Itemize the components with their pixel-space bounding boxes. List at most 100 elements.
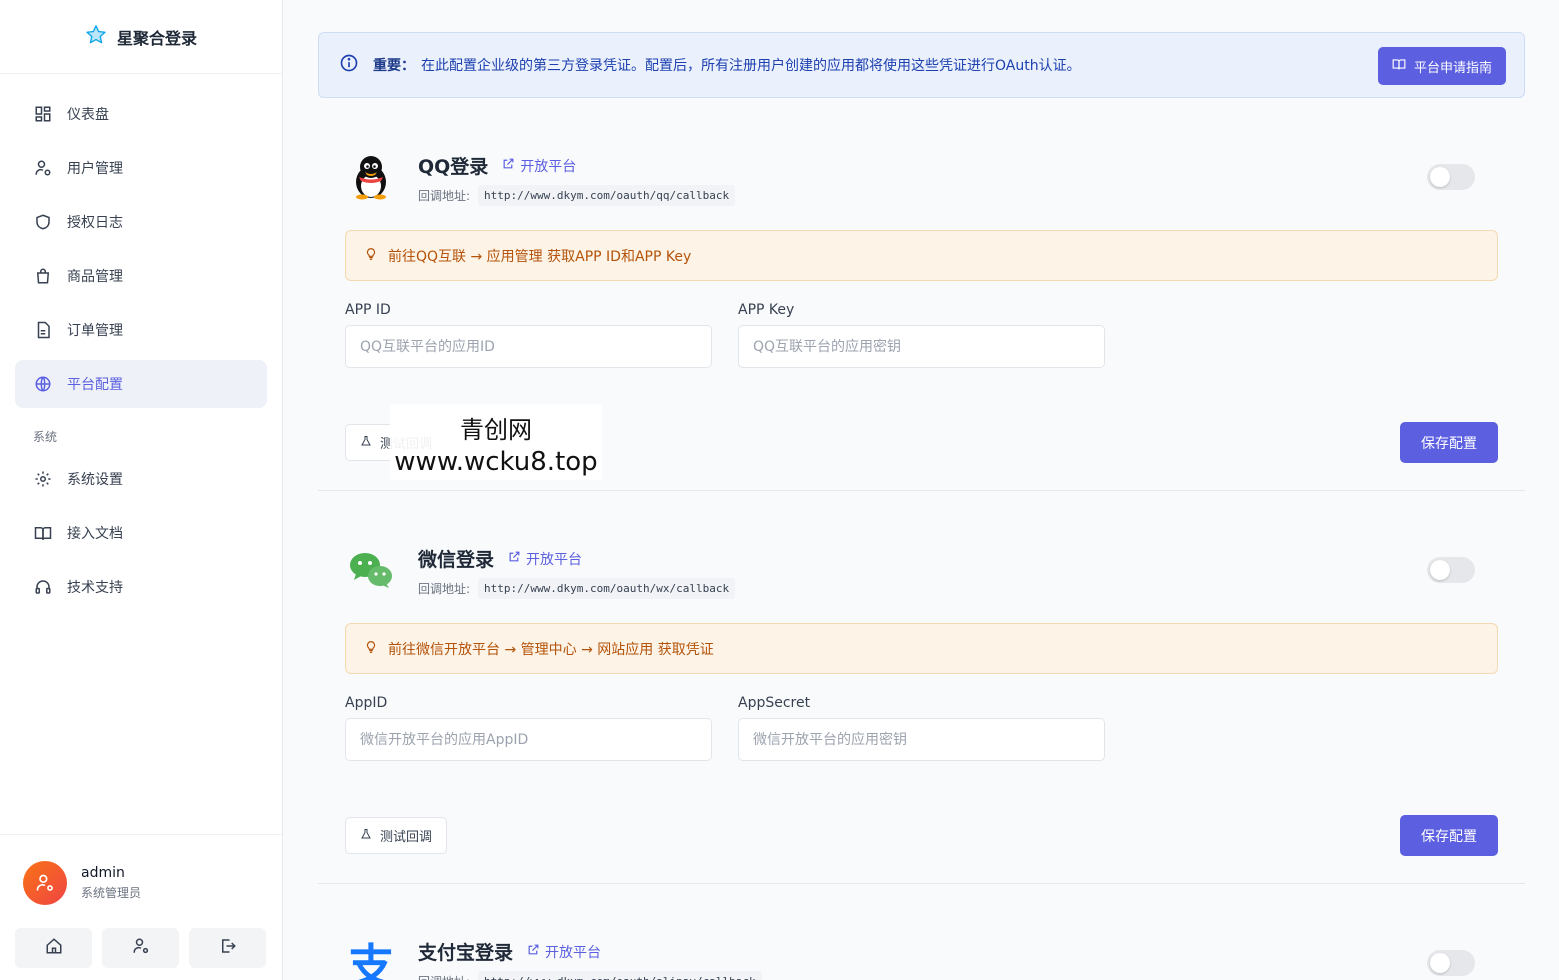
qq-app-id-input[interactable] — [345, 325, 712, 368]
tip-text: 前往QQ互联 → 应用管理 获取APP ID和APP Key — [388, 248, 692, 265]
qq-penguin-icon — [346, 152, 396, 202]
callback-url: http://www.dkym.com/oauth/qq/callback — [478, 185, 736, 206]
sidebar-footer: admin 系统管理员 — [0, 834, 282, 980]
test-label: 测试回调 — [380, 830, 433, 845]
wechat-test-callback-button[interactable]: 测试回调 — [345, 817, 448, 854]
user-name: admin — [81, 865, 125, 881]
wechat-save-button[interactable]: 保存配置 — [1400, 815, 1498, 856]
flask-icon — [360, 827, 372, 845]
nav-label: 订单管理 — [67, 323, 123, 339]
star-logo-icon — [85, 24, 107, 50]
card-title: QQ登录 — [418, 156, 489, 178]
nav-item-users[interactable]: 用户管理 — [15, 144, 267, 192]
nav-item-platform-config[interactable]: 平台配置 — [15, 360, 267, 408]
avatar — [23, 861, 67, 905]
brand-name: 星聚合登录 — [116, 28, 197, 48]
book-open-icon — [33, 523, 53, 543]
external-link-icon — [502, 157, 515, 174]
wechat-app-id-field: AppID — [345, 695, 712, 761]
open-platform-label: 开放平台 — [526, 551, 583, 568]
nav-item-docs[interactable]: 接入文档 — [15, 509, 267, 557]
sidebar: 星聚合登录 仪表盘 用户管理 授权日志 商品管理 订单管理 平台配置 系统 系统… — [0, 0, 283, 980]
open-platform-label: 开放平台 — [520, 158, 577, 175]
callback-url: http://www.dkym.com/oauth/wx/callback — [478, 578, 736, 599]
info-icon — [339, 53, 359, 77]
field-label: AppSecret — [738, 695, 811, 711]
external-link-icon — [508, 550, 521, 567]
nav-item-auth-logs[interactable]: 授权日志 — [15, 198, 267, 246]
logout-icon — [219, 937, 237, 959]
qq-tip: 前往QQ互联 → 应用管理 获取APP ID和APP Key — [345, 230, 1498, 281]
nav-label: 用户管理 — [67, 161, 123, 177]
alipay-login-card: 支 支付宝登录 开放平台 回调地址: http://www.dkym.com/o… — [318, 934, 1525, 980]
nav-item-dashboard[interactable]: 仪表盘 — [15, 90, 267, 138]
notice-strong: 重要： — [373, 58, 415, 74]
home-button[interactable] — [15, 928, 92, 968]
wechat-tip: 前往微信开放平台 → 管理中心 → 网站应用 获取凭证 — [345, 623, 1498, 674]
watermark: 青创网 www.wcku8.top — [390, 404, 602, 480]
user-gear-icon — [132, 937, 150, 959]
wechat-enable-toggle[interactable] — [1427, 557, 1475, 583]
lightbulb-icon — [364, 640, 378, 658]
callback-label: 回调地址: — [418, 582, 471, 596]
field-label: AppID — [345, 695, 388, 711]
platform-guide-button[interactable]: 平台申请指南 — [1377, 47, 1506, 85]
qq-app-id-field: APP ID — [345, 302, 712, 368]
book-open-icon — [1392, 57, 1406, 75]
watermark-line2: www.wcku8.top — [394, 447, 598, 477]
nav-label: 商品管理 — [67, 269, 123, 285]
logout-button[interactable] — [189, 928, 266, 968]
wechat-app-secret-input[interactable] — [738, 718, 1105, 761]
document-icon — [33, 320, 53, 340]
notice-text: 在此配置企业级的第三方登录凭证。配置后，所有注册用户创建的应用都将使用这些凭证进… — [421, 58, 1081, 74]
nav-label: 仪表盘 — [67, 107, 109, 123]
wechat-icon — [346, 545, 396, 595]
profile-button[interactable] — [102, 928, 179, 968]
brand[interactable]: 星聚合登录 — [0, 0, 282, 74]
qq-app-key-field: APP Key — [738, 302, 1105, 368]
watermark-line1: 青创网 — [460, 416, 532, 444]
alipay-enable-toggle[interactable] — [1427, 950, 1475, 976]
user-gear-icon — [33, 158, 53, 178]
nav-label: 系统设置 — [67, 472, 123, 488]
shopping-bag-icon — [33, 266, 53, 286]
qq-save-button[interactable]: 保存配置 — [1400, 422, 1498, 463]
svg-text:支: 支 — [348, 939, 394, 980]
card-title: 支付宝登录 — [418, 942, 514, 964]
nav-label: 技术支持 — [67, 580, 123, 596]
open-platform-link[interactable]: 开放平台 — [527, 942, 601, 962]
notice-banner: 重要： 在此配置企业级的第三方登录凭证。配置后，所有注册用户创建的应用都将使用这… — [318, 32, 1525, 98]
external-link-icon — [527, 943, 540, 960]
qq-enable-toggle[interactable] — [1427, 164, 1475, 190]
field-label: APP ID — [345, 302, 391, 318]
qq-app-key-input[interactable] — [738, 325, 1105, 368]
user-profile[interactable]: admin 系统管理员 — [0, 835, 282, 905]
shield-icon — [33, 212, 53, 232]
open-platform-label: 开放平台 — [545, 944, 602, 961]
tip-text: 前往微信开放平台 → 管理中心 → 网站应用 获取凭证 — [388, 641, 714, 658]
guide-label: 平台申请指南 — [1413, 60, 1492, 76]
wechat-login-card: 微信登录 开放平台 回调地址: http://www.dkym.com/oaut… — [318, 541, 1525, 884]
gear-icon — [33, 469, 53, 489]
dashboard-icon — [33, 104, 53, 124]
field-label: APP Key — [738, 302, 795, 318]
open-platform-link[interactable]: 开放平台 — [508, 549, 582, 569]
nav-item-orders[interactable]: 订单管理 — [15, 306, 267, 354]
flask-icon — [360, 434, 372, 452]
user-role: 系统管理员 — [81, 886, 142, 900]
wechat-app-secret-field: AppSecret — [738, 695, 1105, 761]
card-title: 微信登录 — [418, 549, 495, 571]
nav-item-support[interactable]: 技术支持 — [15, 563, 267, 611]
nav-section-system: 系统 — [33, 430, 58, 444]
wechat-app-id-input[interactable] — [345, 718, 712, 761]
nav: 仪表盘 用户管理 授权日志 商品管理 订单管理 平台配置 系统 系统设置 接入文… — [0, 74, 282, 611]
footer-actions — [15, 928, 266, 968]
globe-icon — [33, 374, 53, 394]
headset-icon — [33, 577, 53, 597]
open-platform-link[interactable]: 开放平台 — [502, 156, 576, 176]
nav-item-products[interactable]: 商品管理 — [15, 252, 267, 300]
callback-url: http://www.dkym.com/oauth/alipay/callbac… — [478, 971, 762, 980]
nav-item-system-settings[interactable]: 系统设置 — [15, 455, 267, 503]
nav-label: 平台配置 — [67, 377, 123, 393]
home-icon — [45, 937, 63, 959]
